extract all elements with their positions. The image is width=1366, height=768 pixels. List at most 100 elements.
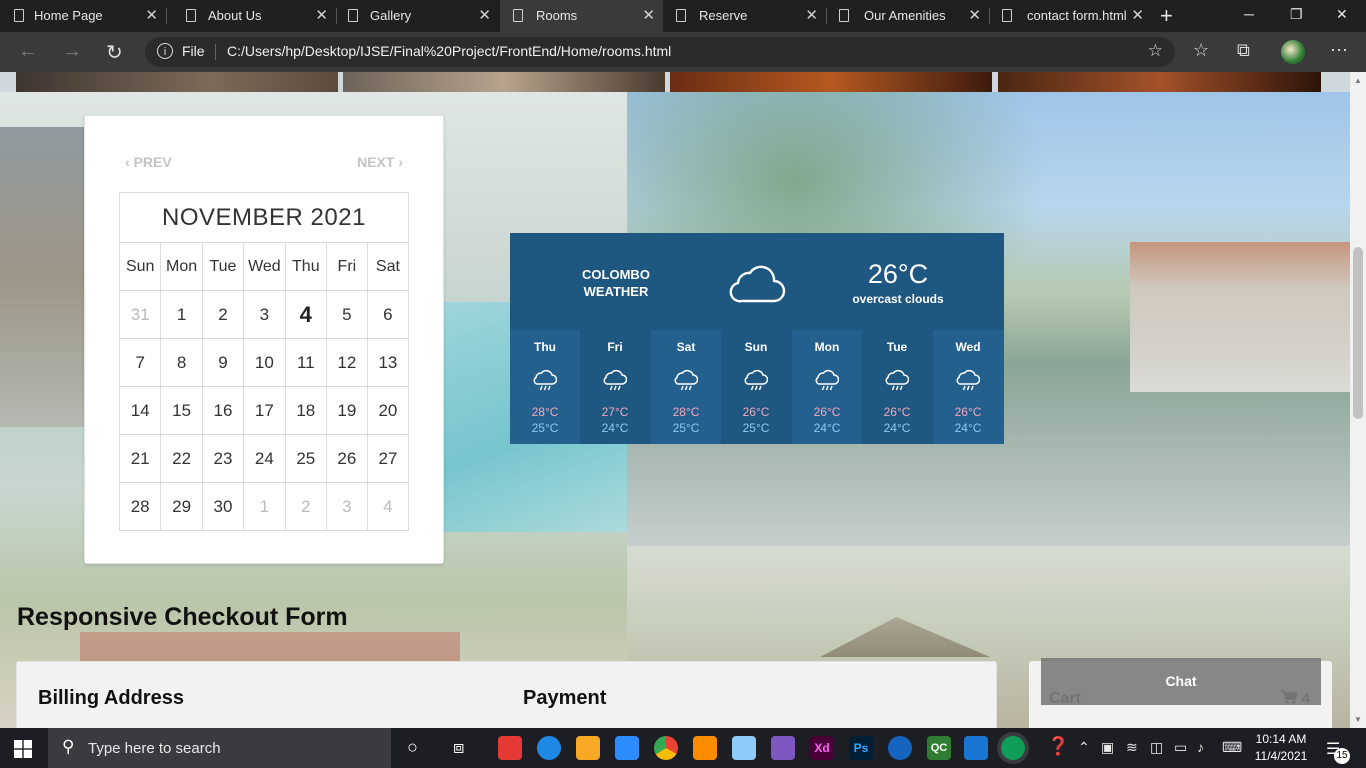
close-icon[interactable]: ✕ (145, 6, 158, 24)
url-text[interactable]: C:/Users/hp/Desktop/IJSE/Final%20Project… (227, 43, 671, 59)
calendar-day[interactable]: 21 (118, 434, 162, 483)
chevron-up-icon[interactable]: ⌃ (1078, 739, 1090, 756)
calendar-day[interactable]: 25 (284, 434, 327, 483)
tab-rooms[interactable]: Rooms ✕ (500, 0, 663, 32)
calendar-day[interactable]: 9 (201, 338, 245, 387)
wifi-icon[interactable]: ≋ (1126, 739, 1138, 756)
help-icon[interactable]: ❓ (1047, 736, 1069, 757)
calendar-day[interactable]: 28 (118, 482, 162, 531)
chat-button[interactable]: Chat (1041, 658, 1321, 705)
meet-now-icon[interactable]: ▣ (1101, 739, 1114, 756)
visual-studio-icon[interactable] (771, 736, 795, 760)
tab-contact-form[interactable]: contact form.html ✕ (989, 0, 1152, 32)
calendar-prev-button[interactable]: ‹ PREV (125, 154, 172, 170)
calendar-day[interactable]: 18 (284, 386, 327, 435)
calendar-day[interactable]: 24 (243, 434, 286, 483)
chrome-icon[interactable] (654, 736, 678, 760)
calendar-day[interactable]: 8 (160, 338, 203, 387)
calendar-day[interactable]: 22 (160, 434, 203, 483)
tab-gallery[interactable]: Gallery ✕ (336, 0, 499, 32)
calendar-day[interactable]: 29 (160, 482, 203, 531)
postman-icon[interactable] (888, 736, 912, 760)
file-explorer-icon[interactable] (576, 736, 600, 760)
page-scrollbar[interactable]: ▲ ▼ (1350, 72, 1366, 728)
gallery-photo[interactable] (670, 72, 992, 92)
windows-start-icon[interactable] (14, 740, 32, 758)
cortana-icon[interactable]: ○ (407, 737, 418, 758)
calendar-day-other-month[interactable]: 31 (118, 290, 162, 339)
tab-reserve[interactable]: Reserve ✕ (663, 0, 826, 32)
calendar-day[interactable]: 10 (243, 338, 286, 387)
gallery-photo[interactable] (998, 72, 1321, 92)
refresh-icon[interactable]: ↻ (106, 40, 123, 65)
calendar-next-button[interactable]: NEXT › (357, 154, 403, 170)
calendar-day[interactable]: 12 (325, 338, 368, 387)
scroll-up-arrow-icon[interactable]: ▲ (1354, 76, 1362, 85)
network-icon[interactable]: ◫ (1150, 739, 1163, 756)
calendar-day[interactable]: 2 (201, 290, 245, 339)
close-icon[interactable]: ✕ (315, 6, 328, 24)
add-favorite-icon[interactable]: ☆ (1148, 41, 1163, 61)
calendar-day[interactable]: 20 (366, 386, 410, 435)
calendar-day[interactable]: 16 (201, 386, 245, 435)
calendar-day-other-month[interactable]: 2 (284, 482, 327, 531)
calendar-day[interactable]: 3 (243, 290, 286, 339)
volume-icon[interactable]: ♪ (1197, 739, 1204, 755)
taskbar-clock[interactable]: 10:14 AM 11/4/2021 (1251, 731, 1311, 765)
calendar-day[interactable]: 6 (366, 290, 410, 339)
teamviewer-icon[interactable] (537, 736, 561, 760)
calendar-day[interactable]: 30 (201, 482, 245, 531)
address-bar[interactable]: i File C:/Users/hp/Desktop/IJSE/Final%20… (145, 37, 1175, 67)
keyboard-icon[interactable]: ⌨ (1222, 739, 1242, 756)
edge-browser-icon[interactable] (1001, 736, 1025, 760)
profile-avatar[interactable] (1281, 40, 1305, 64)
calendar-day[interactable]: 14 (118, 386, 162, 435)
calendar-day[interactable]: 13 (366, 338, 410, 387)
minimize-button[interactable]: ─ (1244, 6, 1254, 22)
tab-home-page[interactable]: Home Page ✕ (0, 0, 166, 32)
zoom-icon[interactable] (615, 736, 639, 760)
xampp-icon[interactable] (693, 736, 717, 760)
battery-icon[interactable]: ▭ (1174, 739, 1187, 756)
taskbar-search-box[interactable]: ⚲ Type here to search (48, 728, 391, 768)
info-icon[interactable]: i (157, 43, 173, 59)
calendar-day[interactable]: 19 (325, 386, 368, 435)
calendar-day-other-month[interactable]: 1 (243, 482, 286, 531)
tab-about-us[interactable]: About Us ✕ (166, 0, 336, 32)
qt-creator-icon[interactable]: QC (927, 736, 951, 760)
restore-button[interactable]: ❐ (1290, 6, 1303, 23)
calendar-day[interactable]: 27 (366, 434, 410, 483)
gallery-photo[interactable] (343, 72, 665, 92)
calendar-day[interactable]: 17 (243, 386, 286, 435)
calendar-day[interactable]: 15 (160, 386, 203, 435)
back-arrow-icon[interactable]: ← (18, 40, 38, 63)
new-tab-button[interactable]: + (1160, 3, 1173, 29)
close-icon[interactable]: ✕ (805, 6, 818, 24)
calendar-day[interactable]: 26 (325, 434, 368, 483)
adobe-xd-icon[interactable]: Xd (810, 736, 834, 760)
photoshop-icon[interactable]: Ps (849, 736, 873, 760)
tab-our-amenities[interactable]: Our Amenities ✕ (826, 0, 989, 32)
calendar-day[interactable]: 11 (284, 338, 327, 387)
virtualbox-icon[interactable] (732, 736, 756, 760)
favorites-icon[interactable]: ☆ (1193, 40, 1209, 61)
close-icon[interactable]: ✕ (478, 6, 491, 24)
calendar-day[interactable]: 7 (118, 338, 162, 387)
close-icon[interactable]: ✕ (968, 6, 981, 24)
calendar-day[interactable]: 23 (201, 434, 245, 483)
calendar-day-other-month[interactable]: 4 (366, 482, 410, 531)
anydesk-icon[interactable] (498, 736, 522, 760)
more-menu-icon[interactable]: ⋯ (1330, 40, 1348, 61)
collections-icon[interactable]: ⧉ (1237, 40, 1250, 61)
calendar-day-today[interactable]: 4 (284, 290, 327, 339)
close-icon[interactable]: ✕ (1131, 6, 1144, 24)
vscode-icon[interactable] (964, 736, 988, 760)
scrollbar-thumb[interactable] (1353, 247, 1363, 419)
close-icon[interactable]: ✕ (642, 6, 655, 24)
calendar-day[interactable]: 5 (325, 290, 368, 339)
task-view-icon[interactable]: ⧈ (453, 737, 464, 758)
scroll-down-arrow-icon[interactable]: ▼ (1354, 715, 1362, 724)
forward-arrow-icon[interactable]: → (62, 40, 82, 63)
calendar-day-other-month[interactable]: 3 (325, 482, 368, 531)
calendar-day[interactable]: 1 (160, 290, 203, 339)
